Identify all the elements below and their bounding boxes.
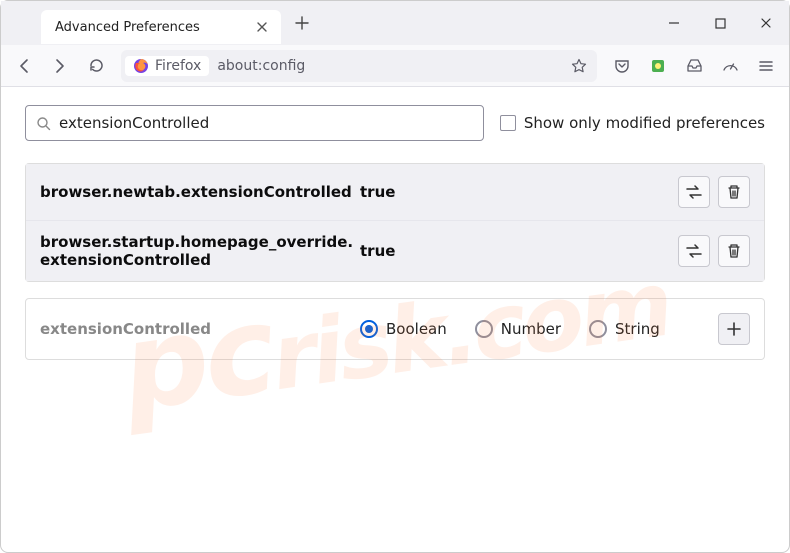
pocket-icon[interactable] [605, 49, 639, 83]
preference-list: browser.newtab.extensionControlled true … [25, 163, 765, 282]
preference-value: true [360, 242, 420, 260]
back-button[interactable] [7, 49, 41, 83]
url-text: about:config [217, 58, 565, 74]
show-modified-checkbox[interactable]: Show only modified preferences [500, 114, 765, 132]
preference-row: browser.newtab.extensionControlled true [26, 164, 764, 220]
identity-box[interactable]: Firefox [125, 56, 209, 76]
bookmark-star-icon[interactable] [565, 52, 593, 80]
preference-actions [678, 235, 750, 267]
browser-tab[interactable]: Advanced Preferences [41, 10, 281, 44]
close-tab-icon[interactable] [253, 18, 271, 36]
radio-boolean[interactable]: Boolean [360, 320, 447, 338]
preference-name: browser.startup.homepage_override.extens… [40, 233, 360, 269]
radio-label: Number [501, 320, 561, 338]
firefox-icon [133, 58, 149, 74]
titlebar: Advanced Preferences [1, 1, 789, 45]
preference-value: true [360, 183, 420, 201]
tab-title: Advanced Preferences [55, 20, 200, 35]
window-controls [651, 1, 789, 45]
add-button[interactable] [718, 313, 750, 345]
radio-string[interactable]: String [589, 320, 660, 338]
checkbox-icon[interactable] [500, 115, 516, 131]
minimize-button[interactable] [651, 1, 697, 45]
preference-name: browser.newtab.extensionControlled [40, 183, 360, 201]
add-preference-row: extensionControlled Boolean Number Strin… [25, 298, 765, 360]
search-icon [36, 116, 51, 131]
toggle-button[interactable] [678, 235, 710, 267]
menu-button[interactable] [749, 49, 783, 83]
identity-label: Firefox [155, 58, 201, 74]
radio-label: String [615, 320, 660, 338]
search-row: Show only modified preferences [25, 105, 765, 141]
toolbar: Firefox about:config [1, 45, 789, 87]
preference-row: browser.startup.homepage_override.extens… [26, 220, 764, 281]
forward-button[interactable] [43, 49, 77, 83]
radio-label: Boolean [386, 320, 447, 338]
reload-button[interactable] [79, 49, 113, 83]
speed-icon[interactable] [713, 49, 747, 83]
url-bar[interactable]: Firefox about:config [121, 50, 597, 82]
extension-icon[interactable] [641, 49, 675, 83]
checkbox-label: Show only modified preferences [524, 114, 765, 132]
delete-button[interactable] [718, 176, 750, 208]
radio-icon [360, 320, 378, 338]
inbox-icon[interactable] [677, 49, 711, 83]
radio-icon [475, 320, 493, 338]
search-box[interactable] [25, 105, 484, 141]
search-input[interactable] [59, 114, 473, 132]
content-area: Show only modified preferences browser.n… [1, 87, 789, 378]
toggle-button[interactable] [678, 176, 710, 208]
new-tab-button[interactable] [287, 8, 317, 38]
type-radio-group: Boolean Number String [360, 320, 660, 338]
delete-button[interactable] [718, 235, 750, 267]
maximize-button[interactable] [697, 1, 743, 45]
add-preference-name: extensionControlled [40, 320, 360, 338]
preference-actions [678, 176, 750, 208]
radio-number[interactable]: Number [475, 320, 561, 338]
radio-icon [589, 320, 607, 338]
close-window-button[interactable] [743, 1, 789, 45]
